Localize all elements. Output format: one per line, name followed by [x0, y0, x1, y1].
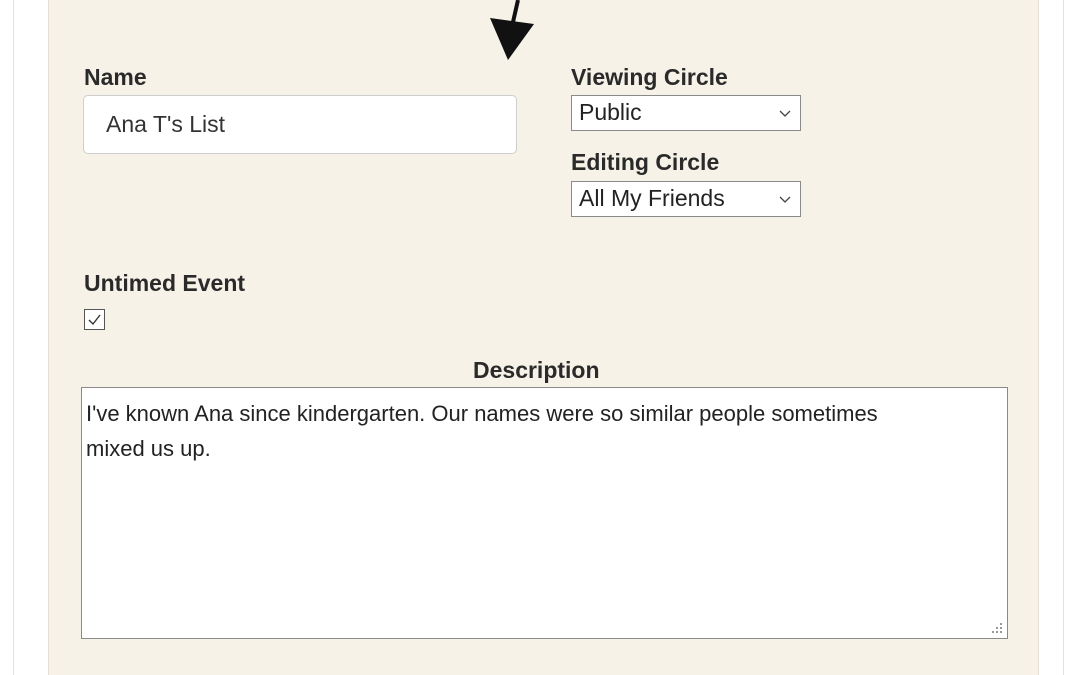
chevron-down-icon — [779, 110, 791, 117]
untimed-event-label: Untimed Event — [84, 270, 246, 296]
viewing-circle-label: Viewing Circle — [571, 64, 728, 90]
description-label: Description — [473, 357, 600, 383]
checkmark-icon — [88, 314, 101, 326]
editing-circle-select[interactable]: All My Friends — [571, 181, 801, 217]
frame-divider-left — [13, 0, 14, 675]
untimed-event-checkbox[interactable] — [84, 309, 105, 330]
description-textarea[interactable]: I've known Ana since kindergarten. Our n… — [81, 387, 1008, 639]
editing-circle-value: All My Friends — [579, 185, 725, 211]
name-label: Name — [84, 64, 147, 90]
viewing-circle-value: Public — [579, 99, 642, 125]
chevron-down-icon — [779, 196, 791, 203]
description-text: I've known Ana since kindergarten. Our n… — [86, 401, 878, 461]
editing-circle-label: Editing Circle — [571, 149, 720, 175]
arrow-pointer-icon — [490, 0, 534, 60]
frame-divider-right — [1063, 0, 1064, 675]
resize-grip-icon[interactable] — [988, 619, 1004, 635]
page: Name Viewing Circle Public Editing Circl… — [0, 0, 1080, 675]
name-input[interactable] — [83, 95, 517, 154]
viewing-circle-select[interactable]: Public — [571, 95, 801, 131]
